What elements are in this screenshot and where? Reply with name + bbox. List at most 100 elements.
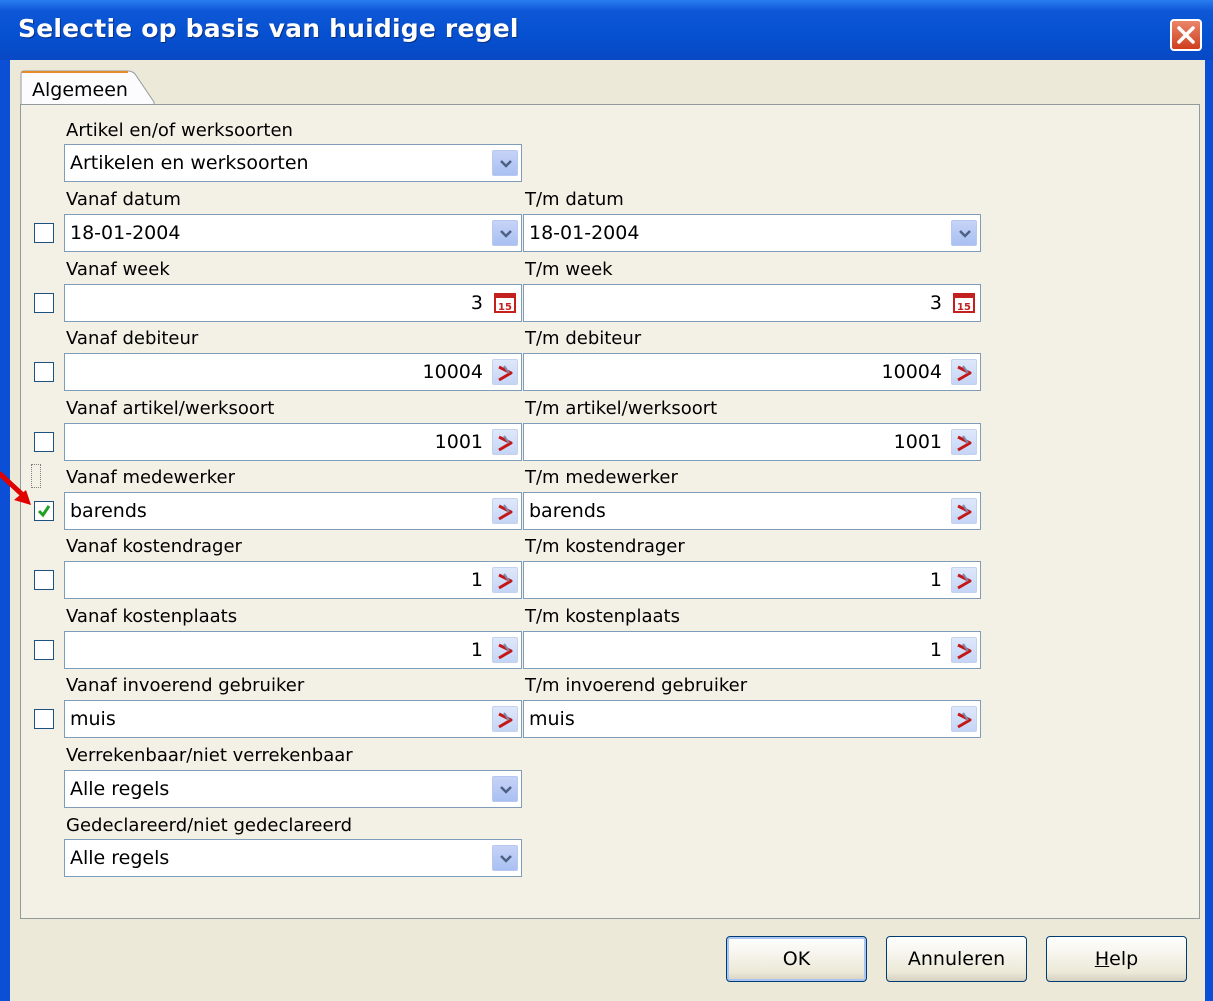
from-value: 10004 bbox=[422, 361, 483, 383]
lookup-button[interactable] bbox=[492, 498, 518, 524]
to-field[interactable]: muis bbox=[523, 700, 981, 738]
from-field[interactable]: 18-01-2004 bbox=[64, 214, 522, 252]
from-label: Vanaf kostenplaats bbox=[66, 606, 238, 627]
to-value: 18-01-2004 bbox=[529, 222, 640, 244]
lookup-button[interactable] bbox=[951, 498, 977, 524]
tab-label: Algemeen bbox=[32, 79, 128, 101]
lookup-button[interactable] bbox=[951, 637, 977, 663]
from-field[interactable]: muis bbox=[64, 700, 522, 738]
help-button[interactable]: Help bbox=[1046, 936, 1187, 982]
to-label: T/m datum bbox=[525, 189, 624, 210]
from-label: Vanaf kostendrager bbox=[66, 536, 242, 557]
row-checkbox[interactable] bbox=[34, 293, 54, 313]
calendar-button[interactable]: 15 bbox=[492, 290, 518, 316]
row-checkbox[interactable] bbox=[34, 362, 54, 382]
billable-select[interactable]: Alle regels bbox=[64, 770, 522, 808]
to-value: barends bbox=[529, 500, 606, 522]
chevron-down-icon bbox=[500, 855, 512, 863]
from-field[interactable]: 1001 bbox=[64, 423, 522, 461]
to-field[interactable]: 18-01-2004 bbox=[523, 214, 981, 252]
lookup-icon bbox=[498, 643, 513, 660]
to-field[interactable]: 1 bbox=[523, 561, 981, 599]
dropdown-button[interactable] bbox=[492, 845, 518, 871]
from-value: 1 bbox=[470, 639, 483, 661]
chevron-down-icon bbox=[500, 786, 512, 794]
checkmark-icon bbox=[37, 505, 51, 518]
billable-value: Alle regels bbox=[70, 778, 170, 800]
cancel-button[interactable]: Annuleren bbox=[886, 936, 1027, 982]
lookup-button[interactable] bbox=[492, 706, 518, 732]
dropdown-button[interactable] bbox=[492, 220, 518, 246]
from-field[interactable]: 1 bbox=[64, 631, 522, 669]
from-value: 3 bbox=[470, 292, 483, 314]
to-field[interactable]: 10004 bbox=[523, 353, 981, 391]
title-bar[interactable]: Selectie op basis van huidige regel bbox=[0, 0, 1213, 60]
row-checkbox[interactable] bbox=[34, 709, 54, 729]
lookup-button[interactable] bbox=[492, 429, 518, 455]
article-type-label: Artikel en/of werksoorten bbox=[66, 120, 293, 141]
from-label: Vanaf artikel/werksoort bbox=[66, 398, 275, 419]
close-icon bbox=[1177, 26, 1195, 44]
to-field[interactable]: barends bbox=[523, 492, 981, 530]
from-label: Vanaf debiteur bbox=[66, 328, 199, 349]
to-label: T/m kostendrager bbox=[525, 536, 685, 557]
from-value: barends bbox=[70, 500, 147, 522]
from-field[interactable]: 10004 bbox=[64, 353, 522, 391]
from-value: muis bbox=[70, 708, 116, 730]
calendar-button[interactable]: 15 bbox=[951, 290, 977, 316]
lookup-button[interactable] bbox=[951, 359, 977, 385]
row-checkbox[interactable] bbox=[34, 501, 54, 521]
billable-label: Verrekenbaar/niet verrekenbaar bbox=[66, 745, 353, 766]
to-value: 1001 bbox=[893, 431, 942, 453]
row-checkbox[interactable] bbox=[34, 640, 54, 660]
lookup-icon bbox=[498, 573, 513, 590]
to-label: T/m kostenplaats bbox=[525, 606, 680, 627]
chevron-down-icon bbox=[500, 160, 512, 168]
to-value: 10004 bbox=[881, 361, 942, 383]
dropdown-button[interactable] bbox=[951, 220, 977, 246]
lookup-button[interactable] bbox=[951, 706, 977, 732]
to-label: T/m invoerend gebruiker bbox=[525, 675, 748, 696]
lookup-button[interactable] bbox=[492, 567, 518, 593]
dropdown-button[interactable] bbox=[492, 776, 518, 802]
article-type-value: Artikelen en werksoorten bbox=[70, 152, 309, 174]
lookup-icon bbox=[498, 365, 513, 382]
row-checkbox[interactable] bbox=[34, 223, 54, 243]
to-field[interactable]: 1001 bbox=[523, 423, 981, 461]
to-value: 1 bbox=[929, 569, 942, 591]
lookup-icon bbox=[957, 435, 972, 452]
lookup-button[interactable] bbox=[951, 567, 977, 593]
chevron-down-icon bbox=[959, 230, 971, 238]
to-label: T/m debiteur bbox=[525, 328, 642, 349]
lookup-icon bbox=[957, 573, 972, 590]
to-value: 3 bbox=[929, 292, 942, 314]
declared-label: Gedeclareerd/niet gedeclareerd bbox=[66, 815, 353, 836]
chevron-down-icon bbox=[500, 230, 512, 238]
lookup-button[interactable] bbox=[492, 359, 518, 385]
close-button[interactable] bbox=[1170, 19, 1202, 51]
svg-text:15: 15 bbox=[957, 302, 971, 313]
annotation-arrow-icon bbox=[0, 471, 31, 505]
from-label: Vanaf medewerker bbox=[66, 467, 236, 488]
lookup-icon bbox=[957, 712, 972, 729]
row-checkbox[interactable] bbox=[34, 432, 54, 452]
row-checkbox[interactable] bbox=[34, 570, 54, 590]
to-field[interactable]: 3 15 bbox=[523, 284, 981, 322]
calendar-icon: 15 bbox=[494, 293, 516, 313]
dialog-title: Selectie op basis van huidige regel bbox=[18, 14, 519, 43]
to-field[interactable]: 1 bbox=[523, 631, 981, 669]
from-field[interactable]: barends bbox=[64, 492, 522, 530]
declared-select[interactable]: Alle regels bbox=[64, 839, 522, 877]
lookup-button[interactable] bbox=[951, 429, 977, 455]
from-field[interactable]: 3 15 bbox=[64, 284, 522, 322]
article-type-select[interactable]: Artikelen en werksoorten bbox=[64, 144, 522, 182]
lookup-icon bbox=[957, 365, 972, 382]
dropdown-button[interactable] bbox=[492, 150, 518, 176]
lookup-button[interactable] bbox=[492, 637, 518, 663]
ok-button[interactable]: OK bbox=[726, 936, 867, 982]
tab-algemeen[interactable]: Algemeen bbox=[20, 70, 155, 106]
from-label: Vanaf invoerend gebruiker bbox=[66, 675, 305, 696]
from-value: 18-01-2004 bbox=[70, 222, 181, 244]
help-mnemonic: H bbox=[1094, 948, 1110, 970]
from-field[interactable]: 1 bbox=[64, 561, 522, 599]
